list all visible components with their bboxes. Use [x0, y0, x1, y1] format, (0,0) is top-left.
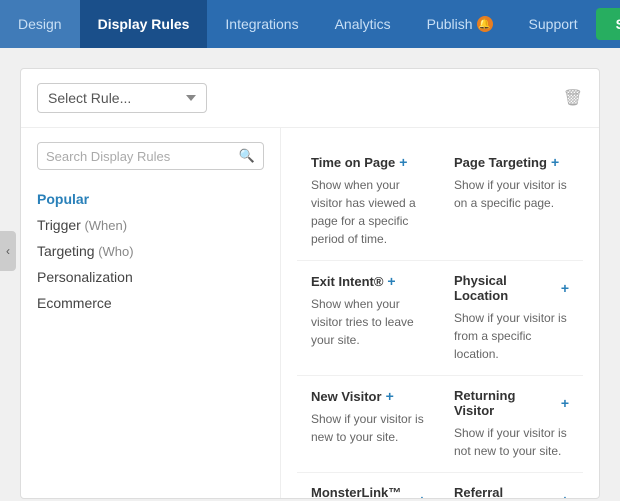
rule-item-monsterlink[interactable]: MonsterLink™ (On Click)+Show when the vi…: [297, 473, 440, 498]
rule-selector-row: Select Rule... 🗑: [21, 69, 599, 128]
publish-badge: 🔔: [477, 16, 493, 32]
sidebar-category-personalization[interactable]: Personalization: [37, 264, 264, 290]
left-arrow[interactable]: ‹: [0, 231, 16, 271]
rule-add-monsterlink[interactable]: +: [418, 492, 426, 498]
sidebar-categories: PopularTrigger (When)Targeting (Who)Pers…: [37, 186, 264, 316]
rule-select[interactable]: Select Rule...: [37, 83, 207, 113]
rule-item-page-targeting[interactable]: Page Targeting+Show if your visitor is o…: [440, 142, 583, 261]
top-nav: Design Display Rules Integrations Analyt…: [0, 0, 620, 48]
rule-item-new-visitor[interactable]: New Visitor+Show if your visitor is new …: [297, 376, 440, 473]
tab-support[interactable]: Support: [511, 0, 596, 48]
rule-add-page-targeting[interactable]: +: [551, 154, 559, 170]
search-box: 🔍: [37, 142, 264, 170]
rule-item-returning-visitor[interactable]: Returning Visitor+Show if your visitor i…: [440, 376, 583, 473]
tab-display-rules[interactable]: Display Rules: [80, 0, 208, 48]
display-rules-card: Select Rule... 🗑 🔍 PopularTrigger (When)…: [20, 68, 600, 499]
delete-rule-icon[interactable]: 🗑: [563, 88, 583, 108]
search-input[interactable]: [46, 149, 239, 164]
tab-design[interactable]: Design: [0, 0, 80, 48]
rule-item-time-on-page[interactable]: Time on Page+Show when your visitor has …: [297, 142, 440, 261]
tab-publish[interactable]: Publish 🔔: [409, 0, 511, 48]
rule-item-exit-intent[interactable]: Exit Intent®+Show when your visitor trie…: [297, 261, 440, 376]
rule-add-exit-intent[interactable]: +: [387, 273, 395, 289]
left-sidebar: 🔍 PopularTrigger (When)Targeting (Who)Pe…: [21, 128, 281, 498]
search-icon: 🔍: [239, 148, 255, 164]
save-button[interactable]: Save: [596, 8, 620, 40]
sidebar-category-popular[interactable]: Popular: [37, 186, 264, 212]
rule-item-referral-targeting[interactable]: Referral Targeting+Show if your visitor …: [440, 473, 583, 498]
rule-add-time-on-page[interactable]: +: [399, 154, 407, 170]
tab-analytics[interactable]: Analytics: [317, 0, 409, 48]
sidebar-category-ecommerce[interactable]: Ecommerce: [37, 290, 264, 316]
sidebar-category-targeting[interactable]: Targeting (Who): [37, 238, 264, 264]
rule-add-returning-visitor[interactable]: +: [561, 395, 569, 411]
rule-add-physical-location[interactable]: +: [561, 280, 569, 296]
content-panel: 🔍 PopularTrigger (When)Targeting (Who)Pe…: [21, 128, 599, 498]
sidebar-category-trigger[interactable]: Trigger (When): [37, 212, 264, 238]
rules-panel: Time on Page+Show when your visitor has …: [281, 128, 599, 498]
rule-add-new-visitor[interactable]: +: [386, 388, 394, 404]
main-area: Select Rule... 🗑 🔍 PopularTrigger (When)…: [0, 48, 620, 501]
rule-item-physical-location[interactable]: Physical Location+Show if your visitor i…: [440, 261, 583, 376]
rule-add-referral-targeting[interactable]: +: [561, 492, 569, 498]
tab-integrations[interactable]: Integrations: [207, 0, 316, 48]
